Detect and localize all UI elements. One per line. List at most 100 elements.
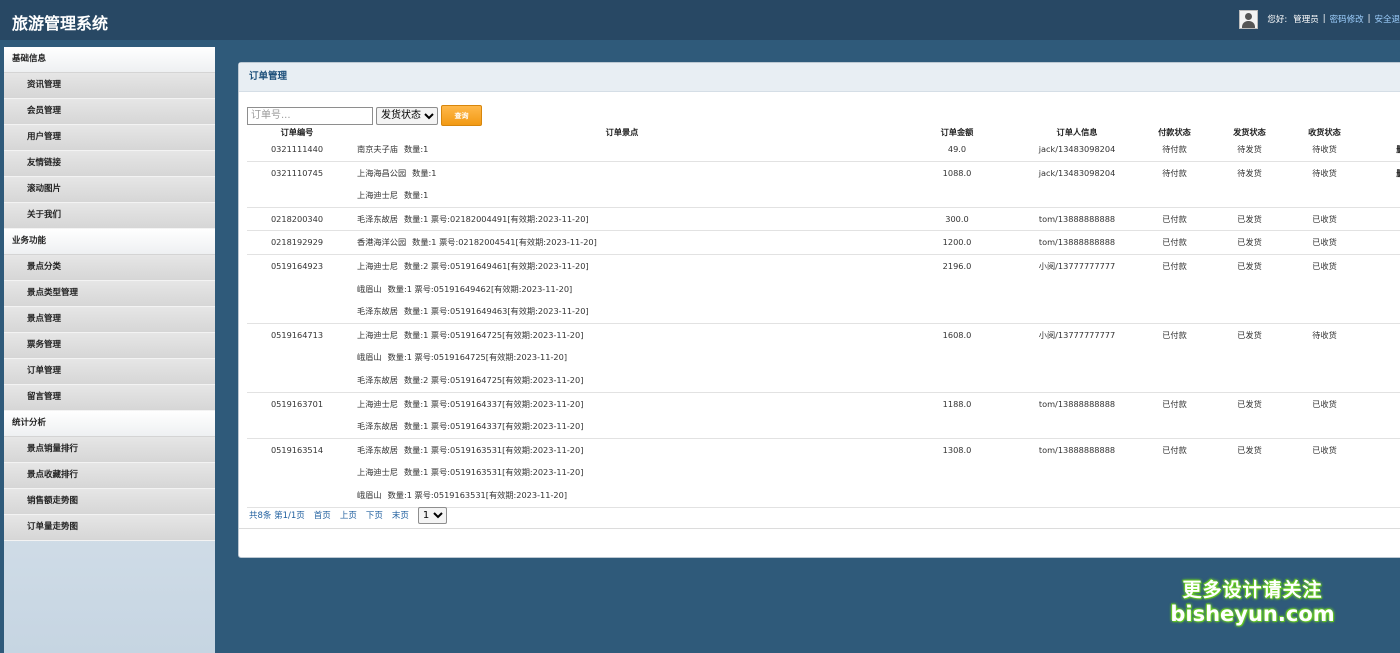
shipping-status: 已发货 <box>1237 398 1262 409</box>
shipping-status-cell: 已发货 <box>1212 392 1287 439</box>
spot-line: 上海迪士尼 数量:1 票号:0519164337[有效期:2023-11-20] <box>357 393 897 416</box>
order-number-input[interactable] <box>247 106 373 125</box>
table-row: 0321111440 南京夫子庙 数量:1 49.0 jack/13483098204 待… <box>247 138 1400 162</box>
sidebar-item-carousel[interactable]: 滚动图片 <box>4 177 215 203</box>
payment-status: 已付款 <box>1162 329 1187 340</box>
sidebar-item-spot-category[interactable]: 景点分类 <box>4 255 215 281</box>
order-number: 0519163701 <box>270 398 324 409</box>
user-area: 您好: 管理员 | 密码修改 | 安全退 <box>1239 9 1400 29</box>
customer-info-cell: tom/13888888888 <box>1017 207 1137 232</box>
sidebar-item-spots[interactable]: 景点管理 <box>4 307 215 333</box>
sidebar-item-order-trend[interactable]: 订单量走势图 <box>4 515 215 541</box>
sidebar-group-title[interactable]: 基础信息 <box>4 47 215 73</box>
pager-last[interactable]: 末页 <box>392 509 409 521</box>
table-row: 0519164923 上海迪士尼 数量:2 票号:05191649461[有效期:2… <box>247 254 1400 324</box>
page-select[interactable]: 1 <box>417 506 447 524</box>
order-amount: 300.0 <box>945 213 969 224</box>
delete-link[interactable]: 删除 <box>1362 162 1400 185</box>
shipping-status-select[interactable]: 发货状态 <box>376 106 438 125</box>
receipt-status: 已收货 <box>1312 444 1337 455</box>
order-amount-cell: 1608.0 <box>897 323 1017 393</box>
order-amount-cell: 300.0 <box>897 207 1017 232</box>
sidebar-item-about[interactable]: 关于我们 <box>4 203 215 229</box>
sidebar-item-favorite-ranking[interactable]: 景点收藏排行 <box>4 463 215 489</box>
order-amount: 1308.0 <box>942 444 972 455</box>
spot-name: 上海迪士尼 <box>357 329 398 340</box>
receipt-status-cell: 已收货 <box>1287 230 1362 255</box>
shipping-status-cell: 已发货 <box>1212 230 1287 255</box>
receipt-status: 已收货 <box>1312 237 1337 248</box>
spot-line: 毛泽东故居 数量:1 票号:0519164337[有效期:2023-11-20] <box>357 415 897 438</box>
spot-detail: 数量:1 票号:0519164725[有效期:2023-11-20] <box>387 352 568 363</box>
username-label: 管理员 <box>1293 15 1319 25</box>
receipt-status-cell: 已收货 <box>1287 392 1362 439</box>
delete-link[interactable]: 删除 <box>1362 138 1400 161</box>
customer-info-cell: tom/13888888888 <box>1017 392 1137 439</box>
spot-line: 上海迪士尼 数量:2 票号:05191649461[有效期:2023-11-20] <box>357 255 897 278</box>
payment-status: 已付款 <box>1162 237 1187 248</box>
column-header: 订单编号 <box>280 126 314 137</box>
payment-status: 已付款 <box>1162 213 1187 224</box>
delete-link <box>1362 439 1400 462</box>
delete-link <box>1362 231 1400 254</box>
spot-line: 毛泽东故居 数量:1 票号:02182004491[有效期:2023-11-20] <box>357 208 897 231</box>
shipping-status: 待发货 <box>1237 144 1262 154</box>
security-exit-link[interactable]: 安全退 <box>1374 13 1400 25</box>
order-spots-cell: 上海迪士尼 数量:2 票号:05191649461[有效期:2023-11-20]… <box>347 254 897 324</box>
column-header <box>1362 125 1400 138</box>
order-spots-cell: 上海迪士尼 数量:1 票号:0519164337[有效期:2023-11-20] 毛… <box>347 392 897 439</box>
shipping-status-cell: 已发货 <box>1212 207 1287 232</box>
sidebar-group-title[interactable]: 业务功能 <box>4 229 215 255</box>
watermark-line: 更多设计请关注 <box>1182 579 1323 601</box>
order-amount-cell: 1200.0 <box>897 230 1017 255</box>
panel-divider <box>239 528 1400 529</box>
column-header: 付款状态 <box>1158 126 1191 137</box>
spot-name: 上海迪士尼 <box>357 398 398 409</box>
sidebar-item-users[interactable]: 用户管理 <box>4 125 215 151</box>
receipt-status: 待收货 <box>1312 144 1337 154</box>
spot-line: 上海迪士尼 数量:1 票号:0519163531[有效期:2023-11-20] <box>357 461 897 484</box>
change-password-link[interactable]: 密码修改 <box>1330 13 1364 25</box>
shipping-status-cell: 已发货 <box>1212 438 1287 508</box>
order-number: 0519163514 <box>270 444 324 455</box>
orders-table: 订单编号 订单景点 订单金额 订单人信息 付款状态 发货状态 收货状态 0321… <box>247 125 1400 508</box>
receipt-status-cell: 待收货 <box>1287 138 1362 162</box>
spot-name: 毛泽东故居 <box>357 421 398 432</box>
app-header: 旅游管理系统 您好: 管理员 | 密码修改 | 安全退 <box>0 0 1400 40</box>
pager-first[interactable]: 首页 <box>314 509 331 521</box>
sidebar-item-news[interactable]: 资讯管理 <box>4 73 215 99</box>
spot-line: 上海迪士尼 数量:1 <box>357 184 897 207</box>
delete-link-cell <box>1362 438 1400 508</box>
greeting-label: 您好: <box>1267 15 1288 25</box>
spot-name: 上海迪士尼 <box>357 190 398 201</box>
customer-info: tom/13888888888 <box>1038 237 1116 248</box>
spot-detail: 数量:1 票号:0519163531[有效期:2023-11-20] <box>403 467 584 478</box>
spot-name: 峨眉山 <box>357 489 382 500</box>
sidebar-item-sales-ranking[interactable]: 景点销量排行 <box>4 437 215 463</box>
search-button[interactable]: 查询 <box>441 105 482 126</box>
spot-detail: 数量:1 <box>403 144 429 154</box>
sidebar-item-sales-trend[interactable]: 销售额走势图 <box>4 489 215 515</box>
sidebar-item-members[interactable]: 会员管理 <box>4 99 215 125</box>
sidebar-item-messages[interactable]: 留言管理 <box>4 385 215 411</box>
sidebar-item-tickets[interactable]: 票务管理 <box>4 333 215 359</box>
order-number: 0218192929 <box>270 237 324 248</box>
sidebar-item-spot-type[interactable]: 景点类型管理 <box>4 281 215 307</box>
order-spots-cell: 毛泽东故居 数量:1 票号:02182004491[有效期:2023-11-20] <box>347 207 897 232</box>
order-spots-cell: 香港海洋公园 数量:1 票号:02182004541[有效期:2023-11-20… <box>347 230 897 255</box>
payment-status: 待付款 <box>1162 167 1187 178</box>
sidebar-item-friend-links[interactable]: 友情链接 <box>4 151 215 177</box>
customer-info-cell: 小阅/13777777777 <box>1017 254 1137 324</box>
sidebar-group-title[interactable]: 统计分析 <box>4 411 215 437</box>
order-number: 0519164713 <box>270 329 324 340</box>
sidebar-item-orders[interactable]: 订单管理 <box>4 359 215 385</box>
order-amount: 1088.0 <box>942 167 972 178</box>
pager-next[interactable]: 下页 <box>366 509 383 521</box>
payment-status-cell: 已付款 <box>1137 438 1212 508</box>
table-row: 0519164713 上海迪士尼 数量:1 票号:0519164725[有效期:20… <box>247 323 1400 393</box>
spot-detail: 数量:1 票号:0519164725[有效期:2023-11-20] <box>403 329 584 340</box>
pager-prev[interactable]: 上页 <box>340 509 357 521</box>
spot-name: 上海迪士尼 <box>357 260 398 271</box>
table-row: 0218200340 毛泽东故居 数量:1 票号:02182004491[有效期:2… <box>247 207 1400 232</box>
order-amount: 1608.0 <box>942 329 972 340</box>
